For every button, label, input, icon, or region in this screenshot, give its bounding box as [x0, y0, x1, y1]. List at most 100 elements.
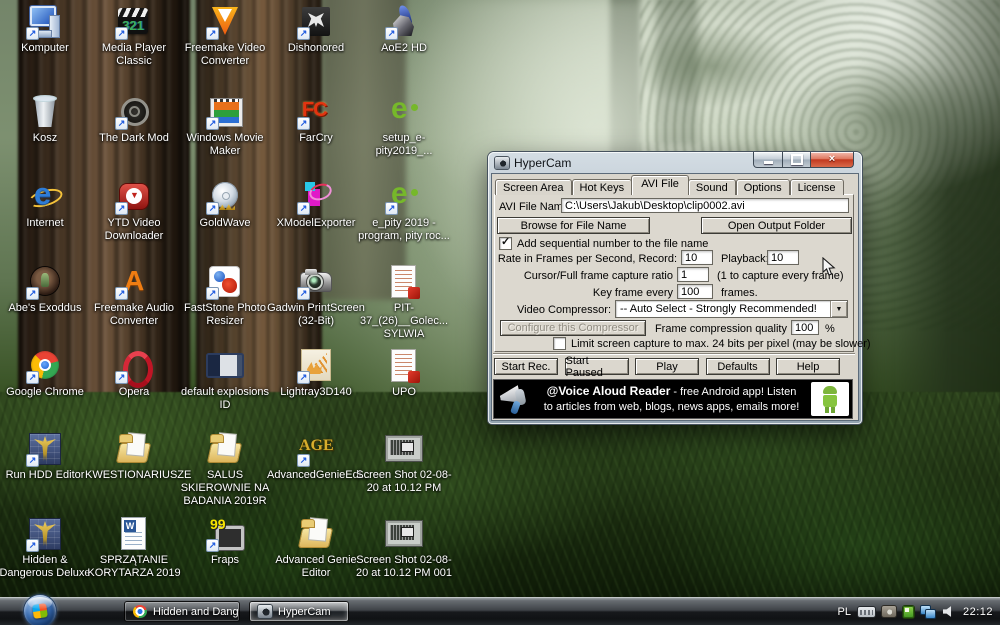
desktop-icon-gadwin-printscreen-32-bit[interactable]: ↗Gadwin PrintScreen (32-Bit) [271, 265, 361, 328]
defaults-button[interactable]: Defaults [706, 358, 770, 375]
dropdown-arrow-icon[interactable]: ▼ [830, 301, 847, 317]
cursor-ratio-input[interactable] [677, 267, 709, 282]
tab-license[interactable]: License [790, 179, 844, 195]
seq-checkbox[interactable]: ✓ Add sequential number to the file name [499, 237, 708, 250]
playback-fps-input[interactable] [767, 250, 799, 265]
video-compressor-label: Video Compressor: [495, 304, 611, 316]
desktop-icon-dishonored[interactable]: ↗Dishonored [271, 5, 361, 55]
tab-hot-keys[interactable]: Hot Keys [572, 179, 633, 195]
desktop-icon-label: Dishonored [267, 42, 365, 55]
shortcut-arrow-icon: ↗ [206, 27, 219, 40]
maximize-button[interactable] [782, 152, 811, 168]
quality-input[interactable] [791, 320, 819, 335]
shortcut-arrow-icon: ↗ [115, 27, 128, 40]
clock[interactable]: 22:12 [963, 606, 993, 618]
avi-file-name-input[interactable] [561, 198, 849, 213]
tab-sound[interactable]: Sound [688, 179, 736, 195]
desktop-icon-label: YTD Video Downloader [85, 217, 183, 243]
desktop-icon-xmodelexporter[interactable]: ↗XModelExporter [271, 180, 361, 230]
desktop-icon-internet[interactable]: eInternet [0, 180, 90, 230]
ie-icon: e [28, 180, 62, 214]
desktop-icon-komputer[interactable]: ↗Komputer [0, 5, 90, 55]
configure-compressor-button[interactable]: Configure this Compressor [500, 320, 646, 336]
shortcut-arrow-icon: ↗ [297, 117, 310, 130]
desktop-icon-opera[interactable]: ↗Opera [89, 349, 179, 399]
start-button[interactable] [24, 595, 56, 625]
browse-for-file-name-button[interactable]: Browse for File Name [497, 217, 650, 234]
desktop-icon-hidden-dangerous-deluxe[interactable]: ↗Hidden & Dangerous Deluxe [0, 517, 90, 580]
start-paused-button[interactable]: Start Paused [565, 358, 629, 375]
action-button-row: Start Rec. Start Paused Play Defaults Help [492, 358, 858, 375]
desktop-icon-run-hdd-editor[interactable]: ↗Run HDD Editor [0, 432, 90, 482]
icon-tile [387, 265, 421, 299]
desktop-icon-goldwave[interactable]: ↗GoldWave [180, 180, 270, 230]
desktop-icon-label: Lightray3D140 [267, 386, 365, 399]
desktop-icon-aoe2-hd[interactable]: ↗AoE2 HD [359, 5, 449, 55]
icon-tile: e↗ [387, 180, 421, 214]
help-button[interactable]: Help [776, 358, 840, 375]
desktop-icon-advancedgenieedi[interactable]: AGE↗AdvancedGenieEdi... [271, 432, 361, 482]
volume-icon[interactable] [943, 606, 956, 618]
tray-camera-icon[interactable] [882, 606, 896, 617]
tray-device-icon[interactable] [903, 606, 914, 618]
shortcut-arrow-icon: ↗ [26, 27, 39, 40]
keyframe-label: Key frame every [495, 287, 673, 299]
checkbox-box[interactable]: ✓ [499, 237, 512, 250]
desktop-icon-ytd-video-downloader[interactable]: ▼↗YTD Video Downloader [89, 180, 179, 243]
start-rec-button[interactable]: Start Rec. [494, 358, 558, 375]
desktop-icon-freemake-video-converter[interactable]: ↗Freemake Video Converter [180, 5, 270, 68]
taskbar-button-hypercam[interactable]: HyperCam [249, 601, 349, 622]
tab-screen-area[interactable]: Screen Area [495, 179, 572, 195]
icon-tile [299, 517, 333, 551]
tab-options[interactable]: Options [736, 179, 790, 195]
desktop-icon-sprz-tanie-korytarza-2019[interactable]: WSPRZĄTANIE KORYTARZA 2019 [89, 517, 179, 580]
window-titlebar[interactable]: HyperCam × [488, 152, 862, 173]
worddoc-icon: W [117, 517, 151, 551]
keyboard-layout-icon[interactable] [858, 607, 875, 617]
desktop-icon-faststone-photo-resizer[interactable]: ↗FastStone Photo Resizer [180, 265, 270, 328]
limit-checkbox[interactable]: Limit screen capture to max. 24 bits per… [553, 337, 871, 350]
icon-tile: A↗ [117, 265, 151, 299]
checkbox-box[interactable] [553, 337, 566, 350]
folder-icon [208, 432, 242, 466]
desktop-icon-fraps[interactable]: 99↗Fraps [180, 517, 270, 567]
close-button[interactable]: × [810, 152, 854, 168]
desktop-icon-kosz[interactable]: Kosz [0, 95, 90, 145]
desktop-icon-windows-movie-maker[interactable]: ↗Windows Movie Maker [180, 95, 270, 158]
play-button[interactable]: Play [635, 358, 699, 375]
desktop-icon-the-dark-mod[interactable]: ↗The Dark Mod [89, 95, 179, 145]
desktop-icon-media-player-classic[interactable]: 321↗Media Player Classic [89, 5, 179, 68]
icon-tile: ↗ [299, 180, 333, 214]
shortcut-arrow-icon: ↗ [26, 539, 39, 552]
desktop: ↗Komputer321↗Media Player Classic↗Freema… [0, 0, 1000, 625]
desktop-icon-abe-s-exoddus[interactable]: ↗Abe's Exoddus [0, 265, 90, 315]
desktop-icon-kwestionariusze[interactable]: KWESTIONARIUSZE [89, 432, 179, 482]
desktop-icon-google-chrome[interactable]: ↗Google Chrome [0, 349, 90, 399]
desktop-icon-screen-shot-02-08-20-at-10-12-pm-001[interactable]: Screen Shot 02-08-20 at 10.12 PM 001 [359, 517, 449, 580]
ad-banner[interactable]: @Voice Aloud Reader - free Android app! … [493, 379, 853, 419]
desktop-icon-freemake-audio-converter[interactable]: A↗Freemake Audio Converter [89, 265, 179, 328]
open-output-folder-button[interactable]: Open Output Folder [701, 217, 852, 234]
desktop-icon-advanced-genie-editor[interactable]: Advanced Genie Editor [271, 517, 361, 580]
desktop-icon-e-pity-2019-program-pity-roc[interactable]: e↗e_pity 2019 - program, pity roc... [359, 180, 449, 243]
video-compressor-select[interactable]: -- Auto Select - Strongly Recommended! ▼ [615, 300, 848, 318]
desktop-icon-label: Media Player Classic [85, 42, 183, 68]
desktop-icon-default-explosions-id[interactable]: default explosions ID [180, 349, 270, 412]
desktop-icon-farcry[interactable]: FC↗FarCry [271, 95, 361, 145]
network-icon[interactable] [921, 606, 936, 618]
desktop-icon-label: Internet [0, 217, 94, 230]
record-fps-input[interactable] [681, 250, 713, 265]
desktop-icon-setup-e-pity2019[interactable]: esetup_e-pity2019_... [359, 95, 449, 158]
language-indicator[interactable]: PL [838, 606, 851, 618]
desktop-icon-label: SPRZĄTANIE KORYTARZA 2019 [85, 554, 183, 580]
desktop-icon-upo[interactable]: UPO [359, 349, 449, 399]
tab-avi-file[interactable]: AVI File [631, 175, 689, 195]
desktop-icon-screen-shot-02-08-20-at-10-12-pm[interactable]: Screen Shot 02-08-20 at 10.12 PM [359, 432, 449, 495]
desktop-icon-pit-37-26-golec-sylwia[interactable]: PIT-37_(26)__Golec... SYLWIA [359, 265, 449, 342]
taskbar-button-hidden-and-danger[interactable]: Hidden and Danger... [124, 601, 240, 622]
desktop-icon-label: AoE2 HD [355, 42, 453, 55]
desktop-icon-lightray3d140[interactable]: ↗Lightray3D140 [271, 349, 361, 399]
desktop-icon-salus-skierownie-na-badania-2019r[interactable]: SALUS SKIEROWNIE NA BADANIA 2019R [180, 432, 270, 509]
minimize-button[interactable] [753, 152, 783, 168]
keyframe-input[interactable] [677, 284, 713, 299]
